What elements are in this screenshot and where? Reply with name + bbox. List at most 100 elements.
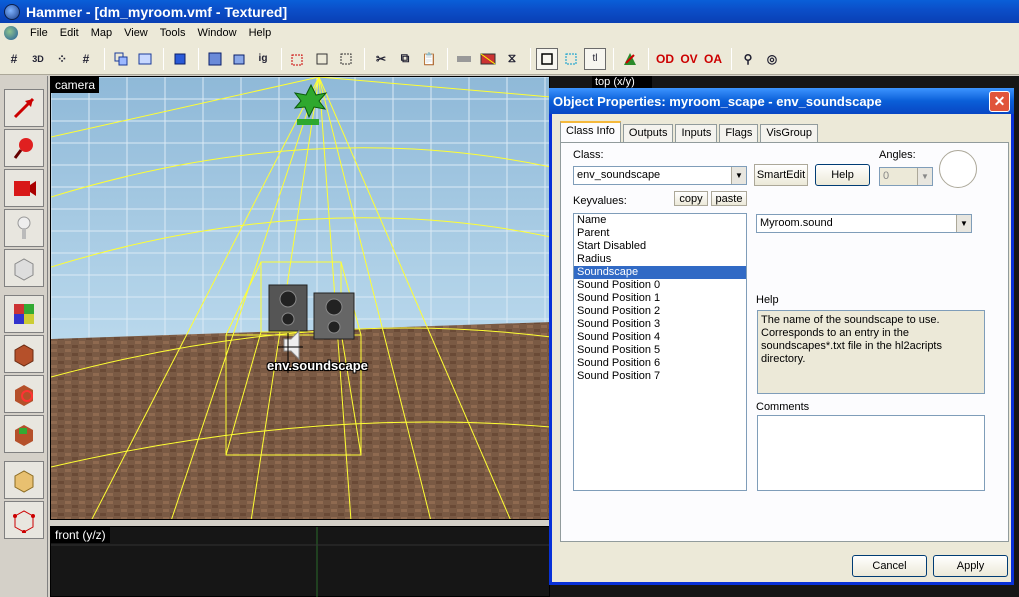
tab-flags[interactable]: Flags bbox=[719, 124, 759, 142]
grid-icon[interactable]: # bbox=[3, 48, 25, 70]
overlay-icon bbox=[15, 425, 33, 446]
group-icon[interactable] bbox=[110, 48, 132, 70]
block-tool[interactable] bbox=[4, 249, 44, 287]
chevron-down-icon[interactable]: ▼ bbox=[731, 167, 746, 184]
menu-map[interactable]: Map bbox=[85, 27, 118, 39]
tab-visgroup[interactable]: VisGroup bbox=[760, 124, 818, 142]
tab-class-info[interactable]: Class Info bbox=[560, 121, 621, 142]
carve-icon[interactable] bbox=[169, 48, 191, 70]
list-item[interactable]: Name bbox=[574, 214, 746, 227]
tab-outputs[interactable]: Outputs bbox=[622, 124, 674, 142]
texture-tool[interactable] bbox=[4, 295, 44, 333]
list-item[interactable]: Sound Position 2 bbox=[574, 305, 746, 318]
entity-report-icon[interactable]: OD bbox=[654, 48, 676, 70]
tie-icon[interactable] bbox=[204, 48, 226, 70]
front-grid bbox=[51, 527, 551, 597]
clipping-tool[interactable] bbox=[4, 461, 44, 499]
magnify-tool[interactable] bbox=[4, 129, 44, 167]
copy-icon[interactable]: ⧉ bbox=[394, 48, 416, 70]
check-problems-icon[interactable]: OV bbox=[678, 48, 700, 70]
list-item[interactable]: Sound Position 4 bbox=[574, 331, 746, 344]
class-select[interactable]: env_soundscape ▼ bbox=[573, 166, 747, 185]
menu-tools[interactable]: Tools bbox=[154, 27, 192, 39]
list-item[interactable]: Parent bbox=[574, 227, 746, 240]
chevron-down-icon[interactable]: ▼ bbox=[956, 215, 971, 232]
selection-ungroup-icon[interactable] bbox=[335, 48, 357, 70]
value-select[interactable]: Myroom.sound ▼ bbox=[756, 214, 972, 233]
angle-wheel[interactable] bbox=[939, 150, 977, 188]
apply-texture-tool[interactable] bbox=[4, 335, 44, 373]
comments-field[interactable] bbox=[757, 415, 985, 491]
redo-icon[interactable]: ⧖ bbox=[501, 48, 523, 70]
tab-inputs[interactable]: Inputs bbox=[675, 124, 718, 142]
dialog-close-button[interactable]: ✕ bbox=[989, 91, 1010, 112]
entity-tool[interactable] bbox=[4, 209, 44, 247]
menu-file[interactable]: File bbox=[24, 27, 54, 39]
decal-target-icon bbox=[15, 385, 33, 406]
camera-viewport[interactable]: camera env.soundscape bbox=[50, 76, 550, 520]
toolbar-separator bbox=[104, 47, 105, 70]
cancel-button[interactable]: Cancel bbox=[852, 555, 927, 577]
object-properties-dialog: Object Properties: myroom_scape - env_so… bbox=[549, 88, 1014, 585]
toolbar-separator bbox=[613, 47, 614, 70]
paste-icon[interactable]: 📋 bbox=[418, 48, 440, 70]
list-item[interactable]: Sound Position 0 bbox=[574, 279, 746, 292]
list-item[interactable]: Sound Position 5 bbox=[574, 344, 746, 357]
camera-tool[interactable] bbox=[4, 169, 44, 207]
copy-button[interactable]: copy bbox=[674, 191, 708, 206]
blank-icon[interactable] bbox=[453, 48, 475, 70]
front-viewport[interactable]: front (y/z) bbox=[50, 526, 551, 597]
overlay-tool[interactable] bbox=[4, 415, 44, 453]
toolbar-separator bbox=[447, 47, 448, 70]
vertex-icon[interactable] bbox=[536, 47, 558, 70]
decal-tool[interactable] bbox=[4, 375, 44, 413]
menu-view[interactable]: View bbox=[118, 27, 154, 39]
toolbar-separator bbox=[198, 47, 199, 70]
list-item[interactable]: Sound Position 3 bbox=[574, 318, 746, 331]
grid-dot-icon[interactable]: ⁘ bbox=[51, 48, 73, 70]
decal-icon[interactable] bbox=[619, 48, 641, 70]
3d-grid-icon[interactable]: 3D bbox=[27, 48, 49, 70]
help-button[interactable]: Help bbox=[815, 164, 870, 186]
radius-culling-icon[interactable]: ◎ bbox=[761, 48, 783, 70]
vertex-tool[interactable] bbox=[4, 501, 44, 539]
hide-icon[interactable] bbox=[228, 48, 250, 70]
value-text: Myroom.sound bbox=[760, 217, 833, 229]
document-icon[interactable] bbox=[4, 26, 18, 40]
paste-button[interactable]: paste bbox=[711, 191, 747, 206]
ignore-group-icon[interactable]: ig bbox=[252, 48, 274, 70]
cordon-icon[interactable]: OA bbox=[702, 48, 724, 70]
window-title-bar[interactable]: Hammer - [dm_myroom.vmf - Textured] bbox=[0, 0, 1019, 23]
texture-app-icon[interactable] bbox=[477, 48, 499, 70]
list-item-selected[interactable]: Soundscape bbox=[574, 266, 746, 279]
smartedit-button[interactable]: SmartEdit bbox=[754, 164, 808, 186]
hammer-app-icon bbox=[4, 3, 20, 20]
menu-help[interactable]: Help bbox=[243, 27, 278, 39]
camera-scene bbox=[51, 77, 549, 519]
list-item[interactable]: Start Disabled bbox=[574, 240, 746, 253]
clip-icon bbox=[14, 470, 34, 493]
list-item[interactable]: Sound Position 1 bbox=[574, 292, 746, 305]
keyvalues-list[interactable]: Name Parent Start Disabled Radius Sounds… bbox=[573, 213, 747, 491]
apply-button[interactable]: Apply bbox=[933, 555, 1008, 577]
tl-icon[interactable]: tl bbox=[584, 47, 606, 70]
list-item[interactable]: Radius bbox=[574, 253, 746, 266]
dialog-title-bar[interactable]: Object Properties: myroom_scape - env_so… bbox=[549, 88, 1014, 114]
selection-icon[interactable]: ⚲ bbox=[737, 48, 759, 70]
chevron-down-icon[interactable]: ▼ bbox=[917, 168, 932, 185]
ungroup-icon[interactable] bbox=[134, 48, 156, 70]
toggle-select-icon[interactable] bbox=[560, 48, 582, 70]
selection-tool[interactable] bbox=[4, 89, 44, 127]
keyvalues-label: Keyvalues: bbox=[573, 195, 627, 207]
list-item[interactable]: Sound Position 7 bbox=[574, 370, 746, 383]
list-item[interactable]: Sound Position 6 bbox=[574, 357, 746, 370]
texture-icon bbox=[14, 304, 34, 324]
angles-select[interactable]: 0 ▼ bbox=[879, 167, 933, 186]
menu-edit[interactable]: Edit bbox=[54, 27, 85, 39]
show-icon[interactable] bbox=[287, 48, 309, 70]
menu-window[interactable]: Window bbox=[191, 27, 242, 39]
selection-group-icon[interactable] bbox=[311, 48, 333, 70]
cut-icon[interactable]: ✂ bbox=[370, 48, 392, 70]
magnify-icon bbox=[13, 138, 33, 159]
grid-hash-icon[interactable]: # bbox=[75, 48, 97, 70]
